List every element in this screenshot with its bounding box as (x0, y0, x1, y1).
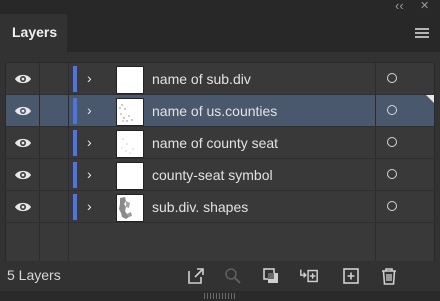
visibility-eye-icon[interactable] (14, 168, 32, 182)
layer-color-swatch (73, 66, 77, 92)
column-divider (39, 127, 40, 159)
locate-object-search-icon[interactable] (223, 266, 243, 286)
layer-thumbnail (116, 194, 144, 222)
layer-name[interactable]: name of sub.div (152, 71, 251, 87)
expand-chevron-icon[interactable]: › (87, 70, 92, 86)
layer-row[interactable]: › sub.div. shapes (6, 191, 434, 223)
panel-menu-icon[interactable] (415, 28, 429, 38)
visibility-eye-icon[interactable] (14, 72, 32, 86)
column-divider (39, 223, 40, 262)
layers-panel: › name of sub.div › name of us.counties (0, 52, 440, 263)
collapse-panel-button[interactable]: ‹‹ (395, 0, 404, 14)
column-divider (39, 159, 40, 191)
expand-chevron-icon[interactable]: › (87, 134, 92, 150)
layers-list: › name of sub.div › name of us.counties (5, 62, 435, 263)
layer-row[interactable]: › county-seat symbol (6, 159, 434, 191)
column-divider (39, 191, 40, 223)
layer-thumbnail (116, 162, 144, 190)
panel-footer: 5 Layers (0, 261, 440, 291)
column-divider (68, 127, 69, 159)
column-divider (375, 223, 376, 262)
panel-resize-handle[interactable] (0, 291, 440, 301)
county-dots-thumbnail-icon (119, 104, 133, 122)
layer-name[interactable]: sub.div. shapes (152, 199, 248, 215)
visibility-eye-icon[interactable] (14, 200, 32, 214)
collect-for-export-icon[interactable] (186, 266, 206, 286)
panel-tab-bar: Layers (0, 14, 440, 52)
expand-chevron-icon[interactable]: › (87, 198, 92, 214)
layer-row-selected[interactable]: › name of us.counties (6, 95, 434, 127)
new-layer-icon[interactable] (341, 266, 361, 286)
close-panel-button[interactable]: ✕ (420, 0, 429, 14)
layer-color-swatch (73, 98, 77, 124)
layer-name[interactable]: name of county seat (152, 135, 278, 151)
column-divider (375, 127, 376, 159)
delete-trash-icon[interactable] (379, 266, 399, 286)
layer-target-circle-icon[interactable] (387, 105, 397, 115)
layer-target-circle-icon[interactable] (387, 169, 397, 179)
column-divider (375, 63, 376, 95)
layer-target-circle-icon[interactable] (387, 137, 397, 147)
layer-target-circle-icon[interactable] (387, 201, 397, 211)
panel-title-strip: ‹‹ ✕ (0, 0, 440, 14)
expand-chevron-icon[interactable]: › (87, 102, 92, 118)
column-divider (375, 191, 376, 223)
layer-thumbnail (116, 98, 144, 126)
tab-layers[interactable]: Layers (0, 14, 67, 52)
selection-corner-indicator (426, 95, 434, 103)
layer-target-circle-icon[interactable] (387, 73, 397, 83)
row-separator (6, 222, 434, 223)
expand-chevron-icon[interactable]: › (87, 166, 92, 182)
layer-count: 5 Layers (7, 267, 61, 283)
column-divider (68, 159, 69, 191)
layer-name[interactable]: name of us.counties (152, 103, 277, 119)
column-divider (68, 191, 69, 223)
column-divider (39, 95, 40, 127)
layer-thumbnail (116, 130, 144, 158)
layer-name[interactable]: county-seat symbol (152, 167, 273, 183)
column-divider (375, 159, 376, 191)
layer-thumbnail (116, 66, 144, 94)
layer-color-swatch (73, 194, 77, 220)
layer-color-swatch (73, 130, 77, 156)
layer-color-swatch (73, 162, 77, 188)
resize-grip-icon[interactable] (204, 293, 236, 299)
column-divider (39, 63, 40, 95)
map-shapes-thumbnail-icon (119, 197, 132, 219)
column-divider (68, 63, 69, 95)
visibility-eye-icon[interactable] (14, 104, 32, 118)
column-divider (68, 223, 69, 262)
new-sublayer-icon[interactable] (299, 266, 319, 286)
layer-row[interactable]: › name of county seat (6, 127, 434, 159)
column-divider (375, 95, 376, 127)
clipping-mask-icon[interactable] (261, 266, 281, 286)
column-divider (68, 95, 69, 127)
visibility-eye-icon[interactable] (14, 136, 32, 150)
county-seat-dots-thumbnail-icon (121, 138, 134, 154)
layer-row[interactable]: › name of sub.div (6, 63, 434, 95)
